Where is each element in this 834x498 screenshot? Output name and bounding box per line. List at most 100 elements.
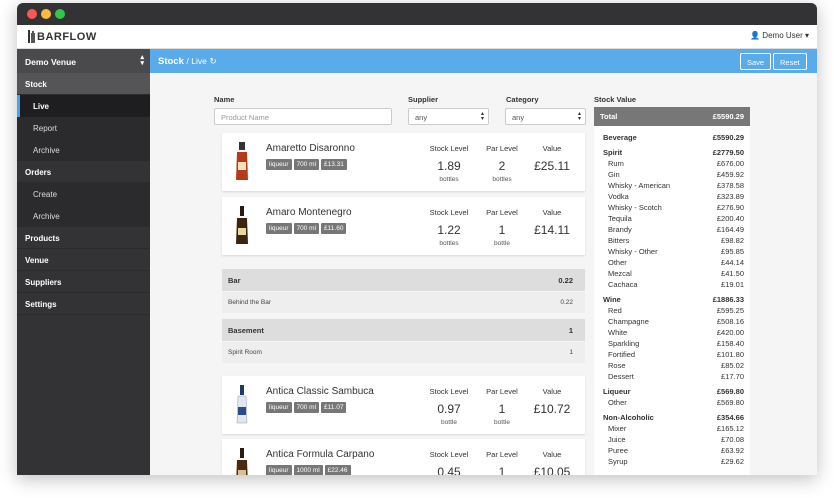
location-header[interactable]: Basement 1 <box>222 319 585 341</box>
stock-value-row-value: £378.58 <box>716 181 744 190</box>
sidebar: Demo Venue ▴ ▾ Stock Live Report Archive … <box>17 49 150 475</box>
par-level-value: 2 <box>498 159 506 173</box>
location-group: Bar 0.22 Behind the Bar 0.22 <box>222 269 585 313</box>
refresh-icon[interactable]: ↻ <box>209 56 216 66</box>
user-menu[interactable]: 👤 Demo User ▾ <box>750 31 809 40</box>
value-amount: £14.11 <box>534 223 570 237</box>
bottle-logo-icon <box>28 30 35 43</box>
sidebar-item-settings[interactable]: Settings <box>17 293 150 315</box>
product-card[interactable]: Amaro Montenegro liqueur 700 ml £11.60 S… <box>222 197 585 255</box>
stock-value-row-value: £595.25 <box>716 306 744 315</box>
product-name-input[interactable]: Product Name <box>214 108 392 125</box>
bottle-image <box>236 206 248 244</box>
stock-level-header: Stock Level <box>429 450 469 459</box>
category-select[interactable]: any ▴ ▾ <box>505 108 586 125</box>
location-qty: 0.22 <box>558 276 573 285</box>
stock-value-row-name: Vodka <box>608 192 629 201</box>
close-window-dot[interactable] <box>27 9 37 19</box>
par-level-unit: bottle <box>494 419 510 426</box>
category-tag: liqueur <box>266 402 292 413</box>
stock-value-row-value: £5590.29 <box>712 133 744 142</box>
stock-value-row-value: £354.66 <box>716 413 744 422</box>
stock-level: Stock Level 0.97 bottle <box>426 387 472 426</box>
stock-value-row-cat: Spirit £2779.50 <box>594 147 750 158</box>
value: Value £10.72 <box>530 387 574 416</box>
supplier-value: any <box>415 113 428 122</box>
value-header: Value <box>542 208 562 217</box>
stock-value-row-value: £29.62 <box>721 457 744 466</box>
top-navbar: BARFLOW 👤 Demo User ▾ <box>17 25 817 49</box>
sidebar-item-products[interactable]: Products <box>17 227 150 249</box>
sidebar-item-create[interactable]: Create <box>17 183 150 205</box>
stock-value-row-value: £41.50 <box>721 269 744 278</box>
supplier-select[interactable]: any ▴ ▾ <box>408 108 489 125</box>
stock-value-row-cat: Liqueur £569.80 <box>594 386 750 397</box>
reset-button[interactable]: Reset <box>773 53 807 70</box>
sidebar-item-report[interactable]: Report <box>17 117 150 139</box>
location-header[interactable]: Bar 0.22 <box>222 269 585 291</box>
save-button[interactable]: Save <box>740 53 772 70</box>
bottle-image <box>236 385 248 424</box>
category-tag: liqueur <box>266 159 292 170</box>
par-level-value: 1 <box>498 223 506 237</box>
stock-value-row-value: £569.80 <box>716 387 744 396</box>
sidebar-item-orders[interactable]: Orders <box>17 161 150 183</box>
location-row-name: Behind the Bar <box>228 299 272 306</box>
stock-value-row-item: Mezcal £41.50 <box>594 268 750 279</box>
stock-value-total: Total £5590.29 <box>594 107 750 126</box>
sidebar-item-stock[interactable]: Stock <box>17 73 150 95</box>
sidebar-item-orders-archive[interactable]: Archive <box>17 205 150 227</box>
price-tag: £11.60 <box>321 223 347 234</box>
par-level-header: Par Level <box>486 450 518 459</box>
title-stock[interactable]: Stock <box>158 56 184 67</box>
location-name: Bar <box>228 276 241 285</box>
stock-value-row-name: Dessert <box>608 372 634 381</box>
stock-value-row-item: Vodka £323.89 <box>594 191 750 202</box>
supplier-label: Supplier <box>408 95 439 104</box>
value-amount: £10.72 <box>533 402 571 416</box>
product-card[interactable]: Amaretto Disaronno liqueur 700 ml £13.31… <box>222 133 585 191</box>
value-header: Value <box>542 144 562 153</box>
par-level-header: Par Level <box>486 208 518 217</box>
stock-value-row-item: Whisky - Other £95.85 <box>594 246 750 257</box>
minimize-window-dot[interactable] <box>41 9 51 19</box>
stock-value-row-item: Champagne £508.16 <box>594 316 750 327</box>
stock-value-rows: Beverage £5590.29 Spirit £2779.50 Rum £676.00… <box>594 132 750 467</box>
stock-value-row-item: Cachaca £19.01 <box>594 279 750 290</box>
sidebar-item-stock-archive[interactable]: Archive <box>17 139 150 161</box>
par-level: Par Level 1 <box>481 450 523 475</box>
venue-selector[interactable]: Demo Venue ▴ ▾ <box>17 49 150 73</box>
product-card[interactable]: Antica Formula Carpano liqueur 1000 ml £… <box>222 439 585 475</box>
stock-value-row-item: Dessert £17.70 <box>594 371 750 382</box>
stock-value-row-cat: Non-Alcoholic £354.66 <box>594 412 750 423</box>
page-header: Stock / Live ↻ Save Reset <box>150 49 817 73</box>
location-row[interactable]: Behind the Bar 0.22 <box>222 291 585 313</box>
stock-level-value: 1.89 <box>437 159 461 173</box>
sidebar-item-suppliers[interactable]: Suppliers <box>17 271 150 293</box>
stock-value-row-name: Syrup <box>608 457 628 466</box>
stock-value-row-name: Mixer <box>608 424 627 433</box>
sidebar-item-venue[interactable]: Venue <box>17 249 150 271</box>
stock-value-row-name: Fortified <box>608 350 636 359</box>
sidebar-item-live[interactable]: Live <box>17 95 150 117</box>
stock-value-row-name: Whisky - Scotch <box>608 203 662 212</box>
stock-value-row-value: £323.89 <box>716 192 744 201</box>
product-card[interactable]: Antica Classic Sambuca liqueur 700 ml £1… <box>222 376 585 434</box>
stock-value-row-value: £508.16 <box>716 317 744 326</box>
value-header: Value <box>542 387 562 396</box>
location-row[interactable]: Spirit Room 1 <box>222 341 585 363</box>
zoom-window-dot[interactable] <box>55 9 65 19</box>
stock-level-value: 1.22 <box>437 223 461 237</box>
stock-value-row-name: Bitters <box>608 236 630 245</box>
stock-value-row-value: £459.92 <box>716 170 744 179</box>
stock-value-row-name: Liqueur <box>603 387 631 396</box>
stock-value-row-value: £276.90 <box>716 203 744 212</box>
stock-value-row-item: Red £595.25 <box>594 305 750 316</box>
brand-logo[interactable]: BARFLOW <box>27 30 97 43</box>
stock-value-row-value: £98.82 <box>721 236 744 245</box>
category-label: Category <box>506 95 539 104</box>
category-value: any <box>512 113 525 122</box>
stock-value-row-value: £95.85 <box>721 247 744 256</box>
stock-value-row-grp: Beverage £5590.29 <box>594 132 750 143</box>
product-name: Amaro Montenegro <box>266 207 352 218</box>
